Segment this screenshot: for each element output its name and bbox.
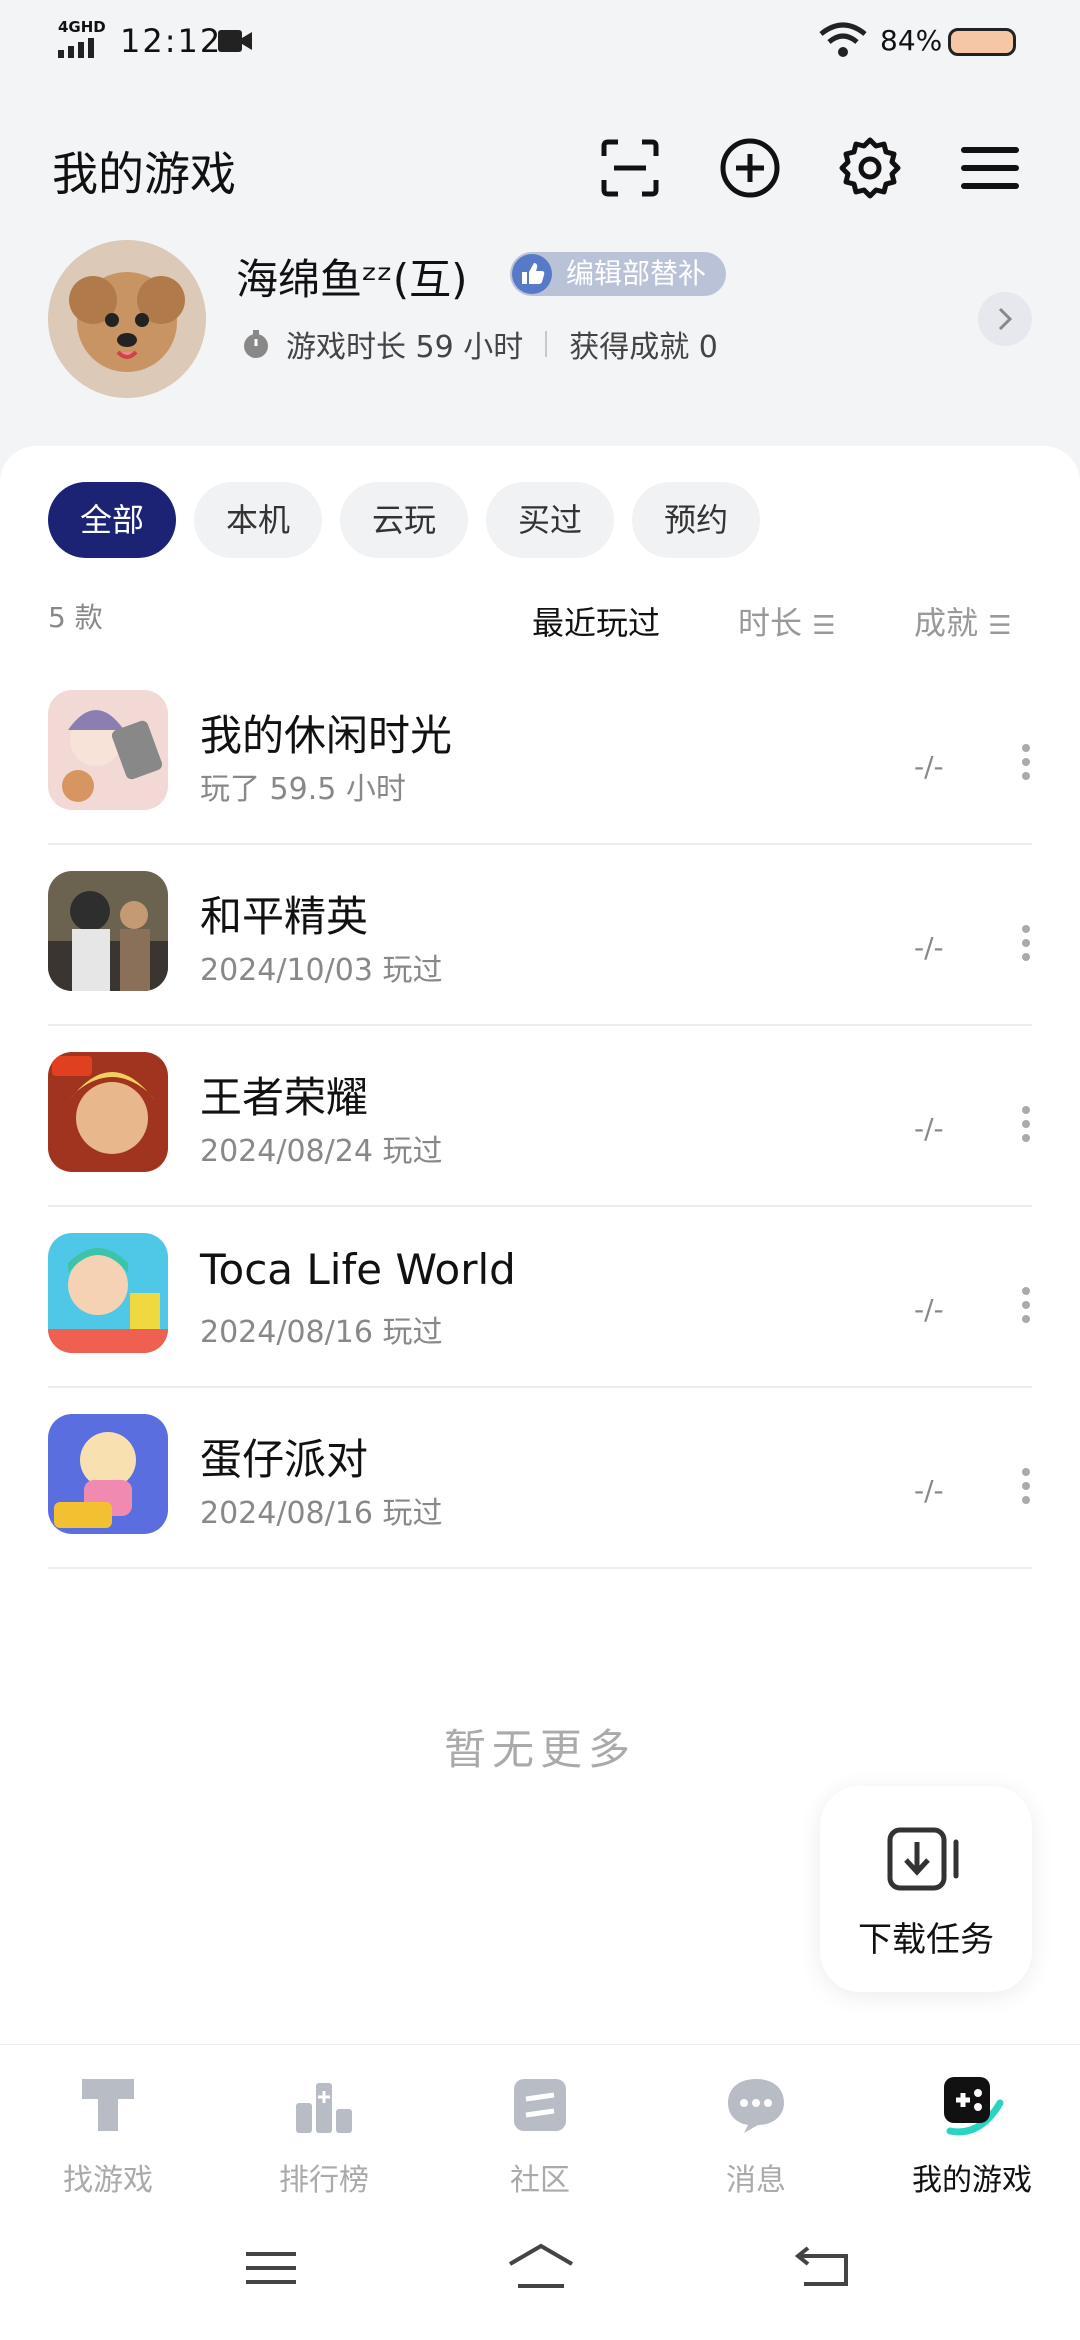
sort-achievement-label: 成就 [914,604,979,642]
chip-reserved[interactable]: 预约 [632,482,761,558]
gear-icon[interactable] [838,136,902,200]
game-achievement: -/- [914,1112,944,1145]
profile-arrow-button[interactable] [978,292,1032,346]
download-tasks-label: 下载任务 [858,1920,994,1960]
sort-achievement[interactable]: 成就 ☰ [914,598,1012,644]
system-nav-bar [0,2200,1080,2340]
profile-stats: 游戏时长 59 小时 获得成就 0 [240,322,718,366]
sort-recent[interactable]: 最近玩过 [532,598,660,644]
battery-percent: 84% [880,24,943,57]
game-achievement: -/- [914,1293,944,1326]
download-icon [887,1827,959,1891]
game-subtitle: 2024/10/03 玩过 [200,953,443,988]
game-subtitle: 玩了 59.5 小时 [200,772,406,807]
sort-duration[interactable]: 时长 ☰ [738,598,836,644]
game-icon-eggy-party [48,1414,168,1534]
nav-my-games[interactable]: 我的游戏 [864,2045,1080,2201]
nav-label: 我的游戏 [912,2163,1032,2198]
game-achievement: -/- [914,750,944,783]
playtime-text: 游戏时长 59 小时 [286,330,524,365]
home-icon[interactable] [506,2240,576,2296]
game-row[interactable]: 我的休闲时光 玩了 59.5 小时 -/- [48,664,1032,845]
chip-purchased[interactable]: 买过 [486,482,615,558]
game-icon-toca-life [48,1233,168,1353]
sort-duration-label: 时长 [738,604,803,642]
no-more-text: 暂无更多 [443,1725,636,1774]
nav-community[interactable]: 社区 [432,2045,648,2201]
status-bar: 4GHD 12:12 84% [0,0,1080,90]
signal-icon [58,38,94,58]
nav-find-games[interactable]: 找游戏 [0,2045,216,2201]
thumbs-up-icon [512,254,552,294]
chip-local[interactable]: 本机 [194,482,323,558]
chip-cloud[interactable]: 云玩 [340,482,469,558]
page-title: 我的游戏 [52,147,236,201]
scan-icon[interactable] [598,136,662,200]
game-icon-leisure [48,690,168,810]
add-circle-icon[interactable] [718,136,782,200]
achievements-text: 获得成就 0 [569,330,718,365]
game-name: Toca Life World [200,1245,516,1294]
sort-icon: ☰ [812,611,836,641]
wifi-icon [819,22,867,57]
battery-icon [948,28,1016,56]
more-vertical-icon[interactable] [1020,1285,1032,1325]
game-achievement: -/- [914,931,944,964]
find-games-icon [82,2079,134,2131]
nav-label: 消息 [726,2163,786,2198]
ranking-icon [296,2083,352,2133]
chip-all[interactable]: 全部 [48,482,177,558]
network-indicator: 4GHD [58,18,106,36]
nav-ranking[interactable]: 排行榜 [216,2045,432,2201]
menu-icon[interactable] [958,136,1022,200]
game-name: 蛋仔派对 [200,1435,369,1484]
game-icon-peace-elite [48,871,168,991]
video-camera-icon [218,30,252,52]
nav-label: 排行榜 [279,2163,369,2198]
stopwatch-icon [244,330,268,358]
clock: 12:12 [120,22,223,60]
game-name: 王者荣耀 [200,1073,369,1122]
badge-label: 编辑部替补 [566,257,707,290]
back-icon[interactable] [790,2240,860,2296]
download-tasks-button[interactable]: 下载任务 [820,1786,1032,1992]
game-name: 我的休闲时光 [200,711,453,760]
filter-chips: 全部 本机 云玩 买过 预约 [48,482,761,558]
user-name: 海绵鱼ᶻᶻ(互) [236,255,468,304]
bottom-nav: 找游戏 排行榜 社区 消息 我的游戏 [0,2044,1080,2200]
more-vertical-icon[interactable] [1020,742,1032,782]
game-row[interactable]: 和平精英 2024/10/03 玩过 -/- [48,845,1032,1026]
dog-avatar-image [48,240,206,398]
game-count: 5 款 [48,601,103,634]
gamepad-icon [944,2077,1004,2136]
game-achievement: -/- [914,1474,944,1507]
sort-icon: ☰ [988,611,1012,641]
chevron-right-icon [998,307,1013,331]
more-vertical-icon[interactable] [1020,923,1032,963]
game-row[interactable]: 蛋仔派对 2024/08/16 玩过 -/- [48,1388,1032,1569]
game-name: 和平精英 [200,892,369,941]
title-badge[interactable]: 编辑部替补 [510,252,727,296]
game-row[interactable]: Toca Life World 2024/08/16 玩过 -/- [48,1207,1032,1388]
chat-bubble-icon [728,2079,784,2133]
more-vertical-icon[interactable] [1020,1104,1032,1144]
nav-label: 找游戏 [63,2163,153,2198]
avatar[interactable] [48,240,206,398]
more-vertical-icon[interactable] [1020,1466,1032,1506]
divider [545,331,548,357]
nav-label: 社区 [510,2163,570,2198]
recent-apps-icon[interactable] [236,2240,306,2296]
game-icon-honor-of-kings [48,1052,168,1172]
game-subtitle: 2024/08/16 玩过 [200,1315,443,1350]
game-subtitle: 2024/08/24 玩过 [200,1134,443,1169]
community-icon [514,2079,566,2131]
game-subtitle: 2024/08/16 玩过 [200,1496,443,1531]
nav-messages[interactable]: 消息 [648,2045,864,2201]
game-row[interactable]: 王者荣耀 2024/08/24 玩过 -/- [48,1026,1032,1207]
